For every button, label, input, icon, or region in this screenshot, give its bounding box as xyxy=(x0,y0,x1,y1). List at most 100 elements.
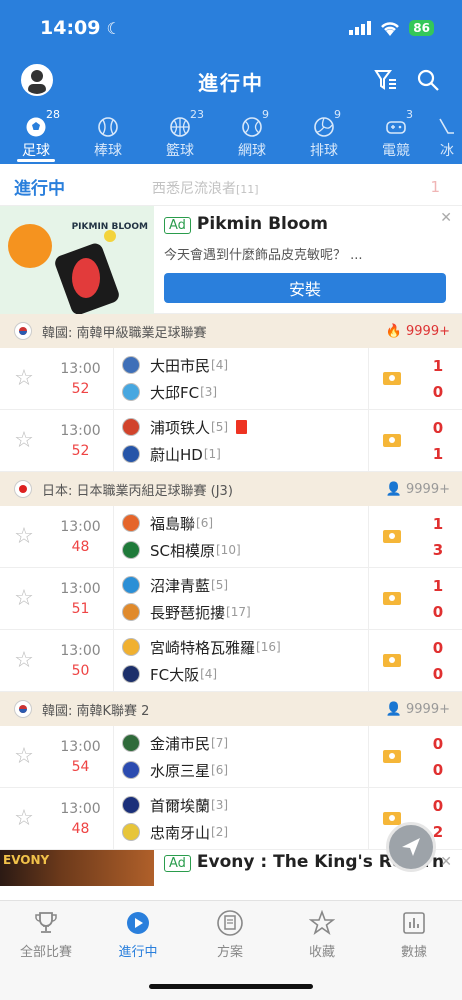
match-row[interactable]: ☆ 13:00 51 沼津青藍 [5] 長野琶扼摟 [17] 1 0 xyxy=(0,568,462,630)
star-icon[interactable]: ☆ xyxy=(0,410,48,471)
tab-count: 23 xyxy=(190,108,204,121)
ad-brand-text: PIKMIN BLOOM xyxy=(71,222,148,232)
match-time: 13:00 xyxy=(60,738,101,755)
match-list: 進行中 西悉尼流浪者[11] 1 PIKMIN BLOOM Ad Pikmin B… xyxy=(0,164,462,900)
team-logo-icon xyxy=(122,638,140,656)
star-icon[interactable]: ☆ xyxy=(0,568,48,629)
match-minute: 51 xyxy=(71,600,90,617)
live-section-label: 進行中 xyxy=(14,179,65,199)
live-stream-icon[interactable] xyxy=(382,750,401,763)
match-row[interactable]: ☆ 13:00 54 金浦市民 [7] 水原三星 [6] 0 0 xyxy=(0,726,462,788)
fire-icon: 🔥 xyxy=(385,323,403,339)
korea-flag-icon xyxy=(14,322,32,340)
home-score: 1 xyxy=(432,514,444,533)
install-button[interactable]: 安裝 xyxy=(164,273,446,303)
home-rank: [4] xyxy=(211,358,229,372)
away-rank: [17] xyxy=(226,605,251,619)
league-header[interactable]: 日本: 日本職業丙組足球聯賽 (J3) 👤 9999+ xyxy=(0,472,462,506)
tab-soccer[interactable]: 28 足球 xyxy=(0,106,72,164)
nav-all-matches[interactable]: 全部比賽 xyxy=(0,901,92,1000)
tab-count: 28 xyxy=(46,108,60,121)
status-bar: 14:09 ☾ 86 xyxy=(0,0,462,56)
tab-label: 排球 xyxy=(310,143,338,159)
document-icon xyxy=(217,910,243,936)
away-team: 長野琶扼摟 xyxy=(150,603,226,622)
live-stream-icon[interactable] xyxy=(382,434,401,447)
team-logo-icon xyxy=(122,576,140,594)
star-icon[interactable]: ☆ xyxy=(0,506,48,567)
tab-volleyball[interactable]: 9 排球 xyxy=(288,106,360,164)
tab-hockey[interactable]: 冰 xyxy=(432,106,462,164)
match-time: 13:00 xyxy=(60,580,101,597)
away-rank: [4] xyxy=(200,667,218,681)
nav-data[interactable]: 數據 xyxy=(368,901,460,1000)
tab-count: 9 xyxy=(334,108,341,121)
home-rank: [5] xyxy=(211,578,229,592)
league-header[interactable]: 韓國: 南韓K聯賽 2 👤 9999+ xyxy=(0,692,462,726)
sport-tabs: 28 足球 棒球 23 籃球 9 網球 9 排球 3 電競 冰 xyxy=(0,106,462,164)
nav-label: 進行中 xyxy=(118,945,158,960)
close-icon[interactable]: ✕ xyxy=(440,854,452,870)
tab-basketball[interactable]: 23 籃球 xyxy=(144,106,216,164)
team-logo-icon xyxy=(122,445,140,463)
score: 1 xyxy=(430,178,440,196)
team-logo-icon xyxy=(122,514,140,532)
live-stream-icon[interactable] xyxy=(382,812,401,825)
tab-label: 電競 xyxy=(382,143,410,159)
live-stream-icon[interactable] xyxy=(382,530,401,543)
tab-label: 籃球 xyxy=(166,143,194,159)
match-minute: 50 xyxy=(71,662,90,679)
away-score: 3 xyxy=(432,540,444,559)
status-time: 14:09 xyxy=(40,17,101,39)
live-stream-icon[interactable] xyxy=(382,654,401,667)
ad-tag: Ad xyxy=(164,855,191,872)
home-rank: [16] xyxy=(256,640,281,654)
match-row[interactable]: ☆ 13:00 52 浦项铁人 [5] 蔚山HD [1] 0 1 xyxy=(0,410,462,472)
send-icon xyxy=(402,838,420,856)
star-icon[interactable]: ☆ xyxy=(0,726,48,787)
match-minute: 48 xyxy=(71,820,90,837)
league-count: 9999+ xyxy=(406,701,450,717)
home-rank: [5] xyxy=(211,420,229,434)
tennis-icon xyxy=(242,117,262,137)
ad-tag: Ad xyxy=(164,217,191,234)
gamepad-icon xyxy=(386,121,406,134)
live-stream-icon[interactable] xyxy=(382,372,401,385)
tab-label: 棒球 xyxy=(94,143,122,159)
app-header: 進行中 xyxy=(0,56,462,106)
tab-tennis[interactable]: 9 網球 xyxy=(216,106,288,164)
ad-subtitle: 今天會遇到什麼飾品皮克敏呢？ ... xyxy=(164,248,363,263)
match-row[interactable]: ☆ 13:00 52 大田市民 [4] 大邱FC [3] 1 0 xyxy=(0,348,462,410)
match-row[interactable]: ☆ 13:00 50 宮崎特格瓦雅羅 [16] FC大阪 [4] 0 0 xyxy=(0,630,462,692)
match-row[interactable]: ☆ 13:00 48 福島聯 [6] SC相模原 [10] 1 3 xyxy=(0,506,462,568)
away-rank: [10] xyxy=(216,543,241,557)
away-team: 大邱FC xyxy=(150,383,200,402)
match-minute: 54 xyxy=(71,758,90,775)
signal-icon xyxy=(349,21,372,35)
filter-icon[interactable] xyxy=(374,68,398,92)
floating-action-button[interactable] xyxy=(386,822,436,872)
ad-image[interactable]: EVONY xyxy=(0,850,154,886)
away-rank: [3] xyxy=(200,385,218,399)
star-icon[interactable]: ☆ xyxy=(0,788,48,849)
team-logo-icon xyxy=(122,541,140,559)
live-stream-icon[interactable] xyxy=(382,592,401,605)
league-header[interactable]: 韓國: 南韓甲級職業足球聯賽 🔥 9999+ xyxy=(0,314,462,348)
star-icon[interactable]: ☆ xyxy=(0,348,48,409)
tab-baseball[interactable]: 棒球 xyxy=(72,106,144,164)
ad-image[interactable]: PIKMIN BLOOM xyxy=(0,206,154,314)
hockey-icon xyxy=(439,118,454,134)
baseball-icon xyxy=(98,117,118,137)
avatar[interactable] xyxy=(21,64,53,96)
away-score: 0 xyxy=(432,760,444,779)
match-time: 13:00 xyxy=(60,800,101,817)
home-score: 0 xyxy=(432,418,444,437)
away-rank: [2] xyxy=(211,825,229,839)
tab-esports[interactable]: 3 電競 xyxy=(360,106,432,164)
star-icon[interactable]: ☆ xyxy=(0,630,48,691)
tab-label: 網球 xyxy=(238,143,266,159)
search-icon[interactable] xyxy=(416,68,440,92)
ad-banner[interactable]: PIKMIN BLOOM Ad Pikmin Bloom 今天會遇到什麼飾品皮克敏… xyxy=(0,206,462,314)
team-logo-icon xyxy=(122,665,140,683)
close-icon[interactable]: ✕ xyxy=(440,210,452,226)
